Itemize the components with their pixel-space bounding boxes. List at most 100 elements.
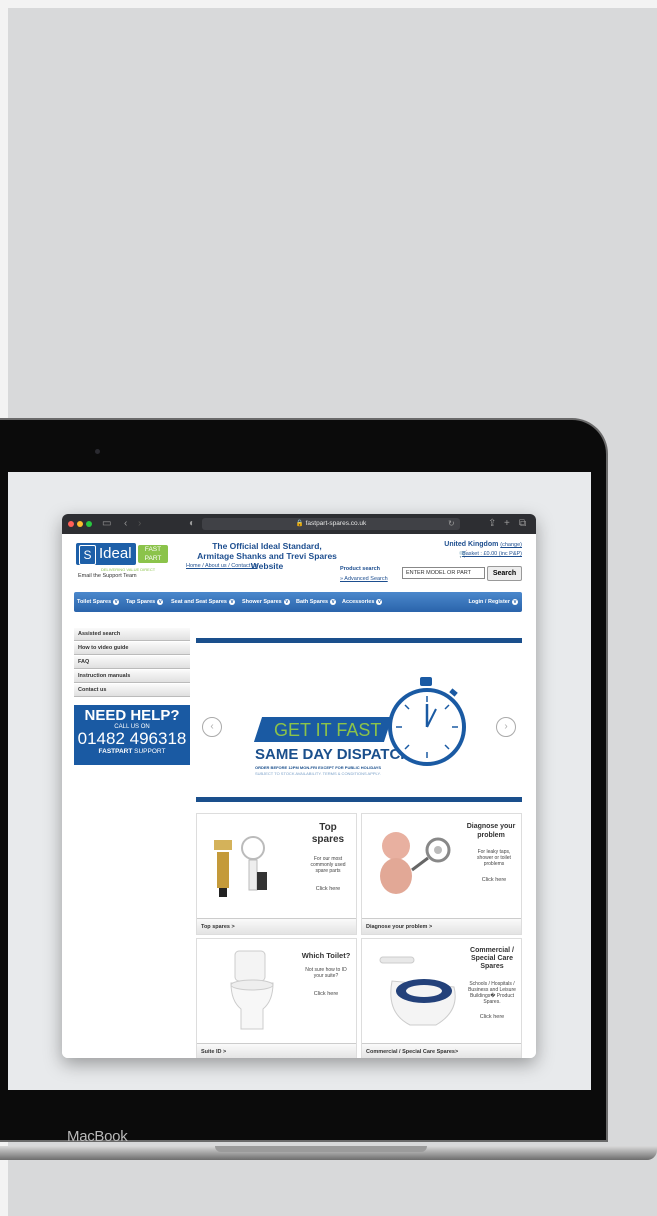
email-support-link[interactable]: Email the Support Team (78, 573, 137, 579)
carousel-prev-button[interactable]: ‹ (202, 717, 222, 737)
back-icon[interactable]: ‹ (124, 517, 127, 531)
chevron-down-icon: v (376, 598, 383, 605)
chevron-down-icon: v (157, 598, 164, 605)
menu-item-bath-spares[interactable]: Bath Spares v (296, 592, 337, 612)
tile-footer-link[interactable]: Diagnose your problem > (362, 918, 521, 934)
main-menu: Toilet Spares v Tap Spares v Seat and Seat… (74, 592, 522, 612)
site-logo[interactable]: S Ideal FAST PART (76, 543, 168, 567)
basket-link[interactable]: Basket : £0.00 (inc P&P) (462, 551, 522, 557)
tile-title: Top spares (302, 822, 354, 846)
logo-fast-text: FAST (144, 546, 162, 553)
tile-diagnose-problem[interactable]: Diagnose your problem For leaky taps, sho… (361, 813, 522, 935)
zoom-dot[interactable] (86, 521, 92, 527)
nav-home-link[interactable]: Home (186, 563, 201, 569)
site-title-line1: The Official Ideal Standard, (212, 541, 322, 551)
tile-desc: Schools / Hospitals / Business and Leisu… (468, 981, 516, 1005)
logo-part-text: PART (144, 554, 162, 562)
tile-which-toilet[interactable]: Which Toilet? Not sure how to ID your su… (196, 938, 357, 1058)
tile-click-link[interactable]: Click here (301, 991, 351, 997)
menu-item-toilet-spares[interactable]: Toilet Spares v (77, 592, 120, 612)
login-register-menu[interactable]: Login / Register v (468, 592, 518, 612)
share-icon[interactable]: ⇪ (488, 517, 496, 531)
toilet-image (230, 950, 274, 1030)
tile-click-link[interactable]: Click here (470, 877, 518, 883)
webcam (95, 449, 100, 454)
tap-cartridge-image (214, 836, 267, 897)
sidebar-item-faq[interactable]: FAQ (74, 656, 190, 669)
banner-line2: SUBJECT TO STOCK AVAILABILITY. TERMS & C… (255, 771, 381, 776)
logo-text: Ideal (99, 545, 132, 562)
tile-click-link[interactable]: Click here (464, 1014, 520, 1020)
nav-contact-link[interactable]: Contact us (231, 563, 257, 569)
minimize-dot[interactable] (77, 521, 83, 527)
banner-bottom-rule (196, 797, 522, 802)
menu-item-shower-spares[interactable]: Shower Spares v (242, 592, 290, 612)
tile-footer-link[interactable]: Suite ID > (197, 1043, 356, 1058)
chevron-down-icon: v (113, 598, 120, 605)
tile-title: Commercial / Special Care Spares (462, 947, 522, 971)
search-input[interactable]: ENTER MODEL OR PART (402, 567, 485, 579)
new-tab-icon[interactable]: + (504, 517, 510, 531)
tile-click-link[interactable]: Click here (305, 886, 351, 892)
menu-item-tap-spares[interactable]: Tap Spares v (126, 592, 164, 612)
need-help-box[interactable]: NEED HELP? CALL US ON 01482 496318 FASTP… (74, 705, 190, 765)
logo-main: S Ideal (76, 543, 136, 565)
country-change-link[interactable]: (change) (500, 542, 522, 548)
help-support: FASTPART SUPPORT (74, 747, 190, 757)
tile-title-line1: Commercial / (470, 947, 514, 954)
menu-label: Shower Spares (242, 599, 282, 605)
menu-label: Tap Spares (126, 599, 156, 605)
menu-label: Seat and Seat Spares (171, 599, 227, 605)
chevron-down-icon: v (512, 598, 518, 605)
help-phone: 01482 496318 (77, 729, 187, 748)
stopwatch-crown (420, 677, 432, 686)
chevron-down-icon: v (283, 598, 290, 605)
product-search-label: Product search (340, 566, 381, 572)
menu-item-seat-spares[interactable]: Seat and Seat Spares v (171, 592, 235, 612)
sidebar-item-video-guide[interactable]: How to video guide (74, 642, 190, 655)
country-selector[interactable]: United Kingdom (change) (444, 541, 522, 548)
close-dot[interactable] (68, 521, 74, 527)
tile-desc: For our most commonly used spare parts (310, 856, 346, 874)
advanced-search-link[interactable]: » Advanced Search (340, 576, 388, 582)
browser-window: ▭ ‹ › ◐ 🔒 fastpart-spares.co.uk ↻ ⇪ + ⧉ … (62, 514, 536, 1058)
sidebar-item-assisted-search[interactable]: Assisted search (74, 628, 190, 641)
menu-item-accessories[interactable]: Accessories v (342, 592, 383, 612)
url-text: fastpart-spares.co.uk (305, 520, 367, 527)
sidebar-item-instruction-manuals[interactable]: Instruction manuals (74, 670, 190, 683)
stopwatch-icon (388, 688, 466, 766)
tile-footer-link[interactable]: Commercial / Special Care Spares> (362, 1043, 521, 1058)
search-button[interactable]: Search (487, 566, 522, 581)
logo-tagline: DELIVERING VALUE DIRECT (101, 567, 156, 572)
laptop-base-notch (215, 1146, 427, 1152)
figure-magnifier-image (380, 832, 451, 894)
tile-top-spares[interactable]: Top spares For our most commonly used spa… (196, 813, 357, 935)
sidebar-toggle-icon[interactable]: ▭ (102, 517, 111, 531)
tile-commercial-spares[interactable]: Commercial / Special Care Spares Schools … (361, 938, 522, 1058)
banner-line1: ORDER BEFORE 12PM MON-FRI EXCEPT FOR PUB… (255, 765, 382, 770)
help-support-brand: FASTPART (98, 748, 133, 755)
carousel-next-button[interactable]: › (496, 717, 516, 737)
tabs-overview-icon[interactable]: ⧉ (519, 517, 526, 531)
laptop-brand-label: MacBook (67, 1128, 128, 1145)
chevron-down-icon: v (228, 598, 235, 605)
logo-fastpart: FAST PART (138, 545, 168, 563)
menu-label: Accessories (342, 599, 375, 605)
logo-s-icon: S (79, 545, 96, 565)
tile-title-line2: problem (477, 832, 505, 839)
header-nav: Home / About us / Contact us (186, 563, 258, 569)
tile-title-line2: spares (311, 834, 345, 845)
address-bar[interactable]: 🔒 fastpart-spares.co.uk (202, 518, 460, 530)
stopwatch-face (396, 696, 458, 758)
sidebar-item-contact-us[interactable]: Contact us (74, 684, 190, 697)
reload-icon[interactable]: ↻ (448, 517, 455, 531)
privacy-shield-icon[interactable]: ◐ (189, 517, 195, 531)
banner-headline: GET IT FAST (274, 720, 382, 740)
chevron-down-icon: v (330, 598, 337, 605)
tile-title-line1: Top (319, 822, 337, 833)
forward-icon[interactable]: › (138, 517, 141, 531)
tile-title-line2: Special Care Spares (470, 955, 514, 970)
menu-label: Bath Spares (296, 599, 329, 605)
tile-footer-link[interactable]: Top spares > (197, 918, 356, 934)
nav-about-link[interactable]: About us (205, 563, 227, 569)
